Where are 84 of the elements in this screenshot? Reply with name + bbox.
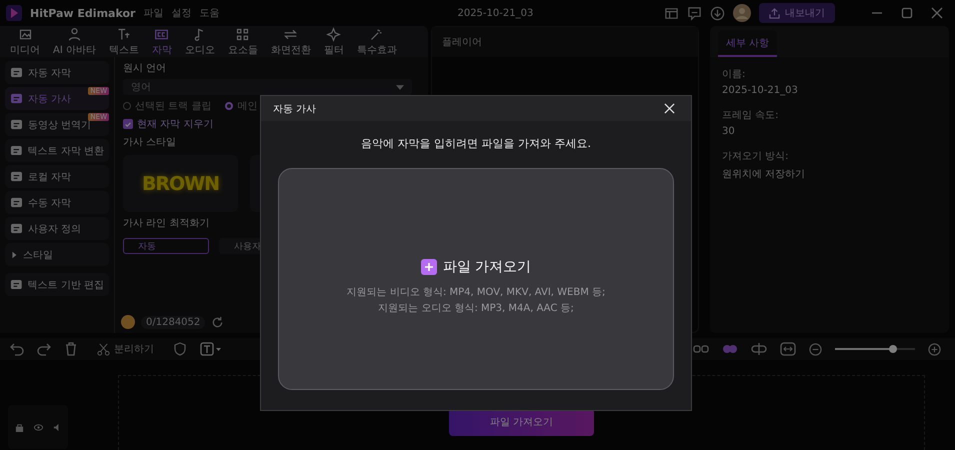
section-label: 원시 언어 [123,62,166,75]
toolbar-tab[interactable]: 미디어 [4,26,46,57]
clear-subtitles-checkbox[interactable]: 현재 자막 지우기 [123,117,420,131]
sparkle-icon [326,26,342,42]
field-label: 이름: [721,68,746,82]
toolbar-tab[interactable]: 특수효과 [350,26,403,57]
chat-icon[interactable] [687,6,702,20]
undo-icon[interactable] [10,342,24,356]
person-icon [66,26,82,42]
toolbar-tab[interactable]: 화면전환 [264,26,317,57]
toolbar-tab[interactable]: 텍스트 [102,26,145,57]
project-title: 2025-10-21_03 [457,8,534,18]
caption-icon [10,223,23,234]
radio-option[interactable]: 메인 [225,99,258,113]
ai-coin-icon [121,315,135,329]
shield-icon[interactable] [173,342,187,356]
caption-icon [10,119,23,130]
field-value: 30 [721,125,736,139]
file-drop-area[interactable]: 파일 가져오기 지원되는 비디오 형식: MP4, MOV, MKV, AVI, WEBM 등; 지원되는 오디오 형식: MP3, M4A, AAC 등; [278,168,674,390]
zoom-in-icon[interactable] [928,342,941,356]
sidebar-item[interactable]: 스타일 [5,243,109,266]
sidebar-item[interactable]: 텍스트 자막 변환 [5,139,109,162]
wand-icon [369,26,384,42]
sidebar-item[interactable]: 텍스트 기반 편집 [5,273,109,296]
sidebar-item[interactable]: 사용자 정의 [5,217,109,240]
text-tool-icon[interactable] [200,342,222,356]
caption-icon [10,171,23,182]
credit-count: 0/1284052 [141,316,206,328]
fit-width-icon[interactable] [780,342,796,356]
menu-item[interactable]: 도움 [199,6,220,20]
split-button[interactable]: 분리하기 [91,341,160,357]
app-name: HitPaw Edimakor [30,6,136,20]
zoom-out-icon[interactable] [809,342,822,356]
style-card[interactable]: BROWN [123,155,238,212]
app-logo-icon [6,5,22,21]
field-value: 원위치에 저장하기 [721,168,806,182]
toolbar-tab[interactable]: 요소들 [222,26,264,57]
checkmark-icon [124,120,132,128]
redo-icon[interactable] [37,342,51,356]
caption-icon [10,67,23,78]
refresh-icon[interactable] [211,316,224,328]
caption-icon [10,279,23,290]
import-file-button[interactable]: 파일 가져오기 [414,257,538,277]
download-icon[interactable] [710,6,725,20]
avatar-icon[interactable] [733,4,751,22]
toolbar-tab[interactable]: AI 아바타 [47,26,102,57]
menu-item[interactable]: 설정 [171,6,192,20]
layout-icon[interactable] [664,6,679,20]
upload-icon [769,8,780,18]
export-button[interactable]: 내보내기 [759,3,835,23]
lock-icon[interactable] [14,422,24,432]
field-label: 가져오기 방식: [721,150,790,164]
scissors-icon [97,342,110,356]
close-icon[interactable] [664,103,675,114]
split-clip-icon[interactable] [751,343,767,355]
dialog-message: 음악에 자막을 입히려면 파일을 가져와 주세요. [361,136,591,151]
toolbar-tab[interactable]: 필터 [318,26,350,57]
text-icon [116,26,132,42]
section-label: 가사 스타일 [123,136,176,149]
dialog-title: 자동 가사 [273,102,316,116]
format-note: 지원되는 오디오 형식: MP3, M4A, AAC 등; [378,302,574,315]
sidebar-item[interactable]: 자동 자막 [5,61,109,84]
caption-icon [10,93,23,104]
caret-icon [396,84,404,90]
grid-icon [235,26,250,42]
section-label: 가사 라인 최적화기 [123,217,210,230]
eye-icon[interactable] [34,422,42,432]
speaker-icon[interactable] [52,422,62,432]
menu-item[interactable]: 파일 [143,6,164,20]
optimizer-option[interactable]: 자동 [123,238,209,254]
format-note: 지원되는 비디오 형식: MP4, MOV, MKV, AVI, WEBM 등; [346,286,606,299]
plus-icon [420,259,437,275]
caption-icon [10,145,23,156]
field-value: 2025-10-21_03 [721,84,799,98]
caption-icon [10,197,23,208]
radio-option[interactable]: 선택된 트랙 클립 [123,99,212,113]
toolbar-tab[interactable]: 오디오 [178,26,221,57]
delete-icon[interactable] [64,342,78,356]
sidebar-item[interactable]: 로컬 자막 [5,165,109,188]
maximize-icon[interactable] [901,7,913,19]
toolbar-tab[interactable]: 자막 [146,26,178,57]
sidebar-item[interactable]: 수동 자막 [5,191,109,214]
panel-title: 플레이어 [432,27,698,57]
field-label: 프레임 속도: [721,109,780,123]
